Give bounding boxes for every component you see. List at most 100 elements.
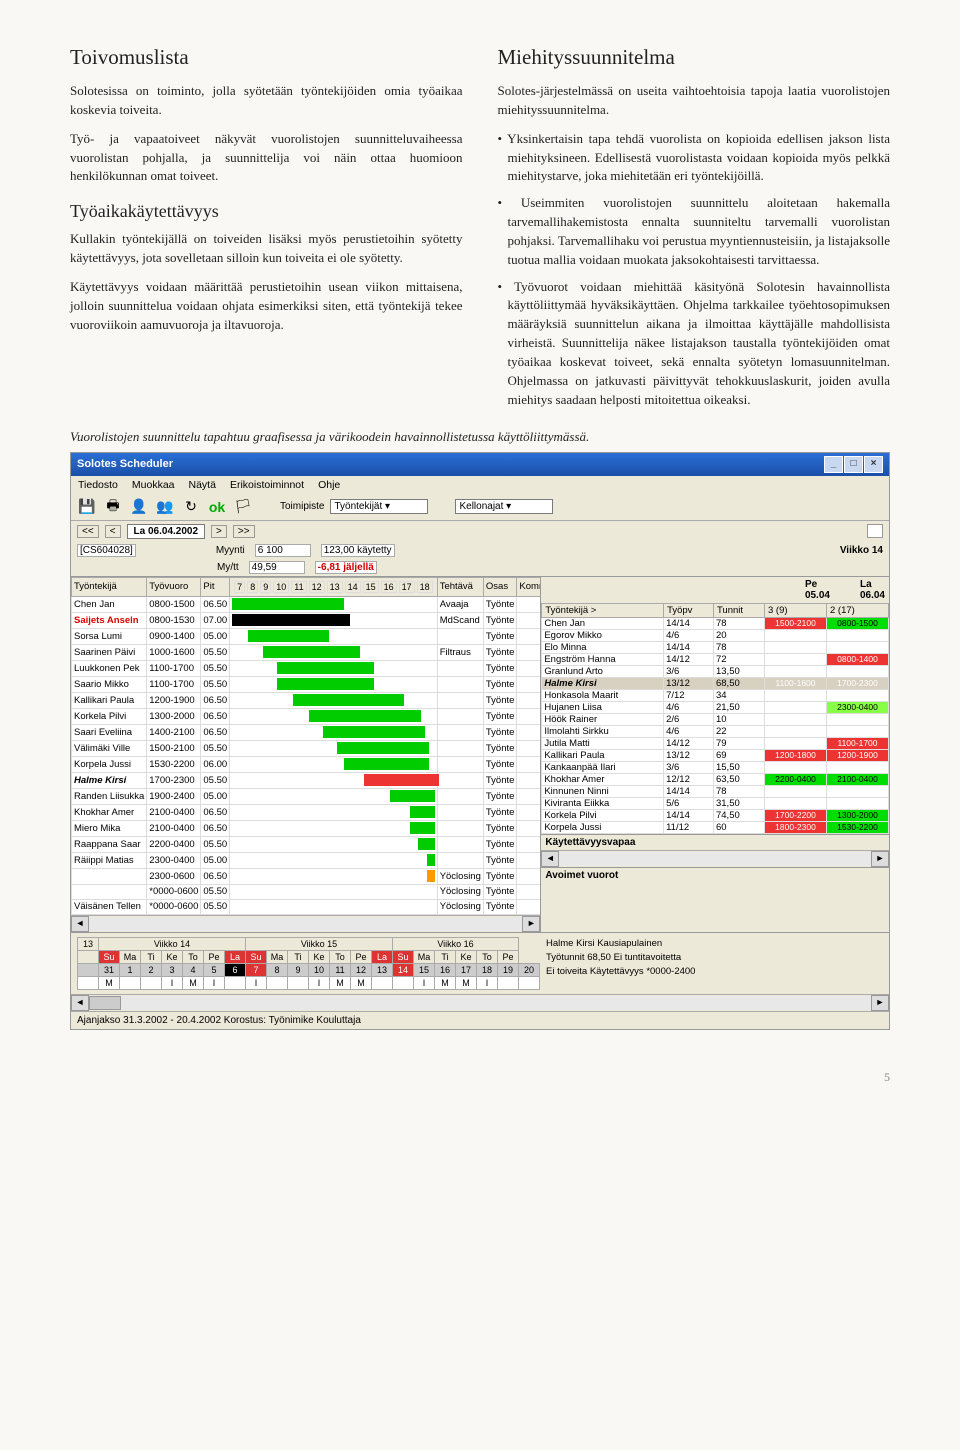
window-buttons[interactable]: _□× xyxy=(823,456,883,473)
toggle-box[interactable] xyxy=(867,524,883,538)
menu-item[interactable]: Ohje xyxy=(315,478,343,492)
maximize-icon: □ xyxy=(844,456,863,473)
table-row[interactable]: Välimäki Ville1500-210005.50Työnte10 xyxy=(72,740,541,756)
table-row[interactable]: Saijets Anseln0800-153007.00MdScandTyönt… xyxy=(72,612,541,628)
prev-fast-button[interactable]: << xyxy=(77,525,99,538)
table-row[interactable]: *0000-060005.50YöclosingTyönte19 xyxy=(72,884,541,899)
heading-miehitys: Miehityssuunnitelma xyxy=(498,45,891,70)
table-row[interactable]: Honkasola Maarit7/1234 xyxy=(542,689,889,701)
bullet: • Työvuorot voidaan miehittää käsityönä … xyxy=(498,278,891,410)
table-row[interactable]: Väisänen Tellen*0000-060005.50YöclosingT… xyxy=(72,899,541,914)
mytt-label: My/tt xyxy=(217,562,239,573)
table-row[interactable]: Ilmolahti Sirkku4/622 xyxy=(542,725,889,737)
table-row[interactable]: Saari Eveliina1400-210006.50Työnte9 xyxy=(72,724,541,740)
para: Solotesissa on toiminto, jolla syötetään… xyxy=(70,82,463,120)
para: Työ- ja vapaatoiveet näkyvät vuorolistoj… xyxy=(70,130,463,187)
table-row[interactable]: Miero Mika2100-040006.50Työnte15 xyxy=(72,820,541,836)
table-row[interactable]: Jutila Matti14/12791100-1700 xyxy=(542,737,889,749)
heading-tyoaika: Työaikakäytettävyys xyxy=(70,201,463,222)
viikko-label: Viikko 14 xyxy=(840,545,883,556)
table-row[interactable]: Halme Kirsi13/1268,501100-16001700-2300 xyxy=(542,677,889,689)
table-row[interactable]: Halme Kirsi1700-230005.50Työnte12 xyxy=(72,772,541,788)
date-nav: << < La 06.04.2002 > >> xyxy=(71,521,889,542)
table-row[interactable]: Saario Mikko1100-170005.50Työnte6 xyxy=(72,676,541,692)
main-scrollbar[interactable]: ◄► xyxy=(71,994,889,1011)
table-row[interactable]: Elo Minna14/1478 xyxy=(542,641,889,653)
used-value: 123,00 käytetty xyxy=(321,544,395,557)
right-day-header: Pe05.04La06.04 xyxy=(541,577,889,603)
refresh-icon[interactable]: ↻ xyxy=(181,497,201,517)
mytt-value: 49,59 xyxy=(249,561,305,574)
myynti-label: Myynti xyxy=(216,545,245,556)
table-row[interactable]: Kinnunen Ninni14/1478 xyxy=(542,785,889,797)
table-row[interactable]: Chen Jan14/14781500-21000800-1500 xyxy=(542,617,889,629)
menu-item[interactable]: Erikoistoiminnot xyxy=(227,478,307,492)
toimipiste-label: Toimipiste xyxy=(280,501,324,512)
para: Kullakin työntekijällä on toiveiden lisä… xyxy=(70,230,463,268)
right-grid[interactable]: Työntekijä >TyöpvTunnit3 (9)2 (17)Chen J… xyxy=(541,603,889,834)
page-number: 5 xyxy=(0,1050,960,1095)
screenshot-caption: Vuorolistojen suunnittelu tapahtuu graaf… xyxy=(70,428,890,446)
horizontal-scrollbar[interactable]: ◄► xyxy=(71,915,540,932)
para: Käytettävyys voidaan määrittää perustiet… xyxy=(70,278,463,335)
table-row[interactable]: Khokhar Amer12/1263,502200-04002100-0400 xyxy=(542,773,889,785)
print-icon[interactable]: 🖶 xyxy=(103,497,123,517)
table-row[interactable]: Höök Rainer2/610 xyxy=(542,713,889,725)
table-row[interactable]: Räiippi Matias2300-040005.00Työnte17 xyxy=(72,852,541,868)
bullet: • Useimmiten vuorolistojen suunnittelu a… xyxy=(498,194,891,269)
titlebar[interactable]: Solotes Scheduler _□× xyxy=(71,453,889,476)
table-row[interactable]: Granlund Arto3/613,50 xyxy=(542,665,889,677)
kellonajat-dropdown[interactable]: Kellonajat ▾ xyxy=(455,499,553,514)
table-row[interactable]: 2300-060006.50YöclosingTyönte18 xyxy=(72,868,541,884)
left-grid-panel: TyöntekijäTyövuoroPit7891011121314151617… xyxy=(71,577,540,932)
kaytettavyys-label: Käytettävyysvapaa xyxy=(541,834,889,850)
table-row[interactable]: Sorsa Lumi0900-140005.00Työnte3 xyxy=(72,628,541,644)
right-grid-panel: Pe05.04La06.04 Työntekijä >TyöpvTunnit3 … xyxy=(540,577,889,932)
table-row[interactable]: Korpela Jussi11/12601800-23001530-2200 xyxy=(542,821,889,833)
current-date: La 06.04.2002 xyxy=(127,524,206,539)
table-row[interactable]: Randen Liisukka1900-240005.00Työnte13 xyxy=(72,788,541,804)
menu-item[interactable]: Muokkaa xyxy=(129,478,178,492)
table-row[interactable]: Hujanen Liisa4/621,502300-0400 xyxy=(542,701,889,713)
table-row[interactable]: Korkela Pilvi14/1474,501700-22001300-200… xyxy=(542,809,889,821)
toolbar: 💾 🖶 👤 👥 ↻ ok 🏳 Toimipiste Työntekijät ▾ … xyxy=(71,494,889,521)
table-row[interactable]: Chen Jan0800-150006.50AvaajaTyönte1 xyxy=(72,596,541,612)
para: Solotes-järjestelmässä on useita vaihtoe… xyxy=(498,82,891,120)
right-scrollbar[interactable]: ◄► xyxy=(541,850,889,867)
table-row[interactable]: Engström Hanna14/12720800-1400 xyxy=(542,653,889,665)
table-row[interactable]: Egorov Mikko4/620 xyxy=(542,629,889,641)
save-icon[interactable]: 💾 xyxy=(77,497,97,517)
user-icon[interactable]: 👤 xyxy=(129,497,149,517)
table-row[interactable]: Khokhar Amer2100-040006.50Työnte14 xyxy=(72,804,541,820)
avoimet-label: Avoimet vuorot xyxy=(541,867,889,883)
myynti-value: 6 100 xyxy=(255,544,311,557)
week-calendar[interactable]: 13Viikko 14Viikko 15Viikko 16SuMaTiKeToP… xyxy=(71,932,889,994)
statusbar: Ajanjakso 31.3.2002 - 20.4.2002 Korostus… xyxy=(71,1011,889,1029)
prev-button[interactable]: < xyxy=(105,525,121,538)
menu-item[interactable]: Näytä xyxy=(186,478,219,492)
table-row[interactable]: Korkela Pilvi1300-200006.50Työnte8 xyxy=(72,708,541,724)
table-row[interactable]: Kallikari Paula1200-190006.50Työnte7 xyxy=(72,692,541,708)
toimipiste-dropdown[interactable]: Työntekijät ▾ xyxy=(330,499,428,514)
next-fast-button[interactable]: >> xyxy=(233,525,255,538)
next-button[interactable]: > xyxy=(211,525,227,538)
left-grid[interactable]: TyöntekijäTyövuoroPit7891011121314151617… xyxy=(71,577,540,915)
flag-icon[interactable]: 🏳 xyxy=(233,497,253,517)
table-row[interactable]: Kankaanpää Ilari3/615,50 xyxy=(542,761,889,773)
check-icon[interactable]: ok xyxy=(207,497,227,517)
close-icon: × xyxy=(864,456,883,473)
table-row[interactable]: Kiviranta Eiikka5/631,50 xyxy=(542,797,889,809)
table-row[interactable]: Luukkonen Pek1100-170005.50Työnte5 xyxy=(72,660,541,676)
heading-toivomuslista: Toivomuslista xyxy=(70,45,463,70)
table-row[interactable]: Kallikari Paula13/12691200-18001200-1900 xyxy=(542,749,889,761)
bullet: • Yksinkertaisin tapa tehdä vuorolista o… xyxy=(498,130,891,187)
table-row[interactable]: Korpela Jussi1530-220006.00Työnte11 xyxy=(72,756,541,772)
menubar[interactable]: Tiedosto Muokkaa Näytä Erikoistoiminnot Ohje xyxy=(71,476,889,494)
window-title: Solotes Scheduler xyxy=(77,458,173,470)
menu-item[interactable]: Tiedosto xyxy=(75,478,121,492)
users-icon[interactable]: 👥 xyxy=(155,497,175,517)
table-row[interactable]: Saarinen Päivi1000-160005.50FiltrausTyön… xyxy=(72,644,541,660)
minimize-icon: _ xyxy=(824,456,843,473)
table-row[interactable]: Raappana Saar2200-040005.50Työnte16 xyxy=(72,836,541,852)
jaljella-value: -6,81 jäljellä xyxy=(315,561,377,574)
